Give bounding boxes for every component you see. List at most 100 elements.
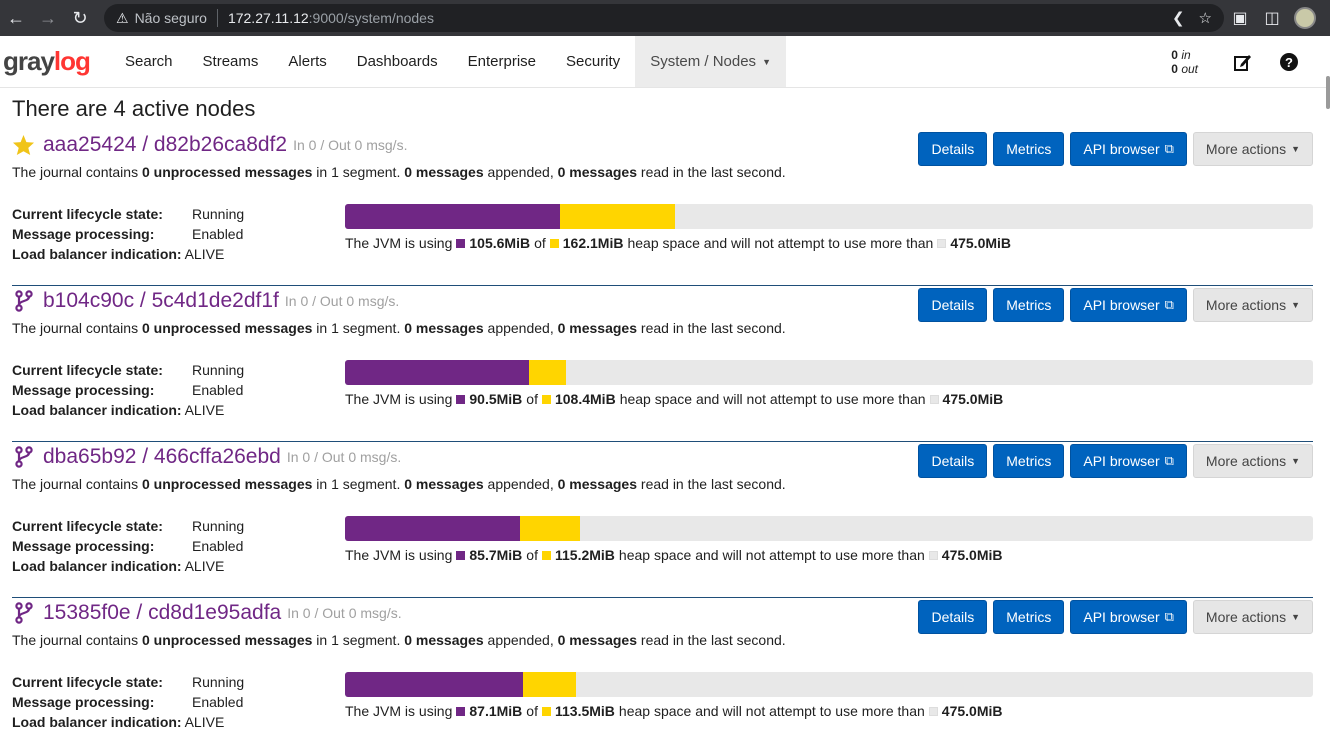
journal-text-3: appended,	[487, 164, 554, 180]
processing-value: Enabled	[192, 538, 244, 554]
used-legend-swatch	[456, 238, 466, 248]
api-browser-button[interactable]: API browser ⧉	[1070, 600, 1187, 634]
heap-used-segment	[345, 360, 530, 385]
more-actions-button[interactable]: More actions ▼	[1192, 288, 1313, 322]
nav-alerts[interactable]: Alerts	[273, 36, 341, 87]
heap-used-segment	[345, 672, 523, 697]
external-link-icon: ⧉	[1164, 297, 1174, 312]
metrics-button[interactable]: Metrics	[993, 444, 1065, 478]
page-title: There are 4 active nodes	[12, 96, 256, 121]
url-text[interactable]: 172.27.11.12:9000/system/nodes	[228, 10, 434, 26]
api-browser-button[interactable]: API browser ⧉	[1070, 444, 1187, 478]
heap-used-value: 87.1MiB	[469, 703, 523, 719]
processing-value: Enabled	[192, 226, 244, 242]
metrics-button[interactable]: Metrics	[993, 132, 1065, 166]
back-icon[interactable]: ←	[0, 0, 32, 36]
details-button[interactable]: Details	[918, 132, 988, 166]
external-link-icon: ⧉	[1164, 609, 1174, 624]
node-name-link[interactable]: dba65b92 / 466cffa26ebd	[43, 445, 281, 469]
address-bar[interactable]: ⚠ Não seguro 172.27.11.12:9000/system/no…	[104, 4, 1224, 32]
scratchpad-edit-icon[interactable]	[1220, 52, 1266, 72]
throughput-counter[interactable]: 0 in 0 out	[1171, 48, 1198, 76]
metrics-button[interactable]: Metrics	[993, 600, 1065, 634]
side-panel-icon[interactable]: ◫	[1256, 8, 1288, 28]
api-browser-button[interactable]: API browser ⧉	[1070, 288, 1187, 322]
used-legend-swatch	[456, 394, 466, 404]
journal-text-4: read in the last second.	[640, 632, 786, 648]
bookmark-star-icon[interactable]: ☆	[1199, 9, 1212, 27]
journal-text-1: The journal contains	[12, 632, 139, 648]
help-icon[interactable]: ?	[1266, 52, 1312, 72]
nav-streams[interactable]: Streams	[188, 36, 274, 87]
jvm-heap: The JVM is using 85.7MiB of 115.2MiB hea…	[345, 516, 1313, 563]
star-icon	[12, 134, 35, 157]
jvm-heap: The JVM is using 87.1MiB of 113.5MiB hea…	[345, 672, 1313, 719]
heap-max-value: 475.0MiB	[950, 235, 1012, 251]
forward-icon[interactable]: →	[32, 0, 64, 36]
heap-committed-value: 162.1MiB	[562, 235, 624, 251]
jvm-text-1: The JVM is using	[345, 391, 453, 407]
max-legend-swatch	[937, 238, 947, 248]
journal-text-2: in 1 segment.	[316, 476, 401, 492]
reload-icon[interactable]: ↻	[64, 0, 96, 36]
profile-avatar[interactable]	[1294, 7, 1316, 29]
nav-search[interactable]: Search	[110, 36, 188, 87]
node-throughput: In 0 / Out 0 msg/s.	[293, 137, 408, 153]
more-actions-button[interactable]: More actions ▼	[1192, 132, 1313, 166]
journal-appended: 0 messages	[404, 320, 484, 336]
share-icon[interactable]: ❮	[1172, 9, 1185, 27]
jvm-text-2: heap space and will not attempt to use m…	[618, 547, 925, 563]
chevron-down-icon: ▼	[1291, 456, 1300, 466]
lifecycle-label: Current lifecycle state:	[12, 362, 163, 378]
journal-text-1: The journal contains	[12, 476, 139, 492]
nav-enterprise[interactable]: Enterprise	[453, 36, 551, 87]
metrics-button[interactable]: Metrics	[993, 288, 1065, 322]
graylog-logo[interactable]: gray log	[0, 36, 110, 87]
node-throughput: In 0 / Out 0 msg/s.	[284, 293, 400, 309]
more-actions-label: More actions	[1205, 297, 1287, 313]
jvm-text-1: The JVM is using	[345, 703, 453, 719]
lb-value: ALIVE	[184, 558, 225, 574]
lb-label: Load balancer indication:	[12, 558, 182, 574]
journal-read: 0 messages	[557, 632, 638, 648]
lifecycle-value: Running	[192, 518, 245, 534]
committed-legend-swatch	[541, 706, 551, 716]
node-name-link[interactable]: b104c90c / 5c4d1de2df1f	[43, 289, 279, 313]
journal-text-1: The journal contains	[12, 320, 139, 336]
api-browser-label: API browser	[1083, 453, 1160, 469]
jvm-of: of	[534, 235, 546, 251]
node-name-link[interactable]: aaa25424 / d82b26ca8df2	[43, 133, 287, 157]
nav-dashboards[interactable]: Dashboards	[342, 36, 453, 87]
more-actions-label: More actions	[1205, 141, 1287, 157]
heap-committed-segment	[522, 672, 577, 697]
node-throughput: In 0 / Out 0 msg/s.	[287, 605, 402, 621]
details-button[interactable]: Details	[918, 444, 988, 478]
lb-label: Load balancer indication:	[12, 246, 182, 262]
journal-text-4: read in the last second.	[640, 164, 786, 180]
heap-max-value: 475.0MiB	[941, 547, 1003, 563]
lb-value: ALIVE	[184, 714, 225, 730]
scrollbar[interactable]	[1326, 76, 1330, 109]
used-legend-swatch	[456, 550, 466, 560]
api-browser-button[interactable]: API browser ⧉	[1070, 132, 1187, 166]
nav-security[interactable]: Security	[551, 36, 635, 87]
journal-unprocessed: 0 unprocessed messages	[141, 320, 313, 336]
committed-legend-swatch	[549, 238, 559, 248]
details-button[interactable]: Details	[918, 600, 988, 634]
jvm-text-2: heap space and will not attempt to use m…	[619, 391, 926, 407]
journal-info: The journal contains 0 unprocessed messa…	[12, 476, 1313, 492]
more-actions-button[interactable]: More actions ▼	[1192, 600, 1313, 634]
journal-unprocessed: 0 unprocessed messages	[141, 476, 313, 492]
heap-text: The JVM is using 87.1MiB of 113.5MiB hea…	[345, 703, 1313, 719]
code-fork-icon	[12, 446, 35, 469]
node-name-link[interactable]: 15385f0e / cd8d1e95adfa	[43, 601, 281, 625]
heap-used-value: 85.7MiB	[469, 547, 523, 563]
more-actions-button[interactable]: More actions ▼	[1192, 444, 1313, 478]
details-button[interactable]: Details	[918, 288, 988, 322]
heap-used-segment	[345, 204, 561, 229]
extensions-icon[interactable]: ▣	[1224, 8, 1256, 28]
lifecycle-label: Current lifecycle state:	[12, 206, 163, 222]
nav-system-dropdown[interactable]: System / Nodes ▼	[635, 36, 786, 87]
warning-icon[interactable]: ⚠	[116, 10, 129, 27]
url-path: :9000/system/nodes	[308, 10, 434, 26]
